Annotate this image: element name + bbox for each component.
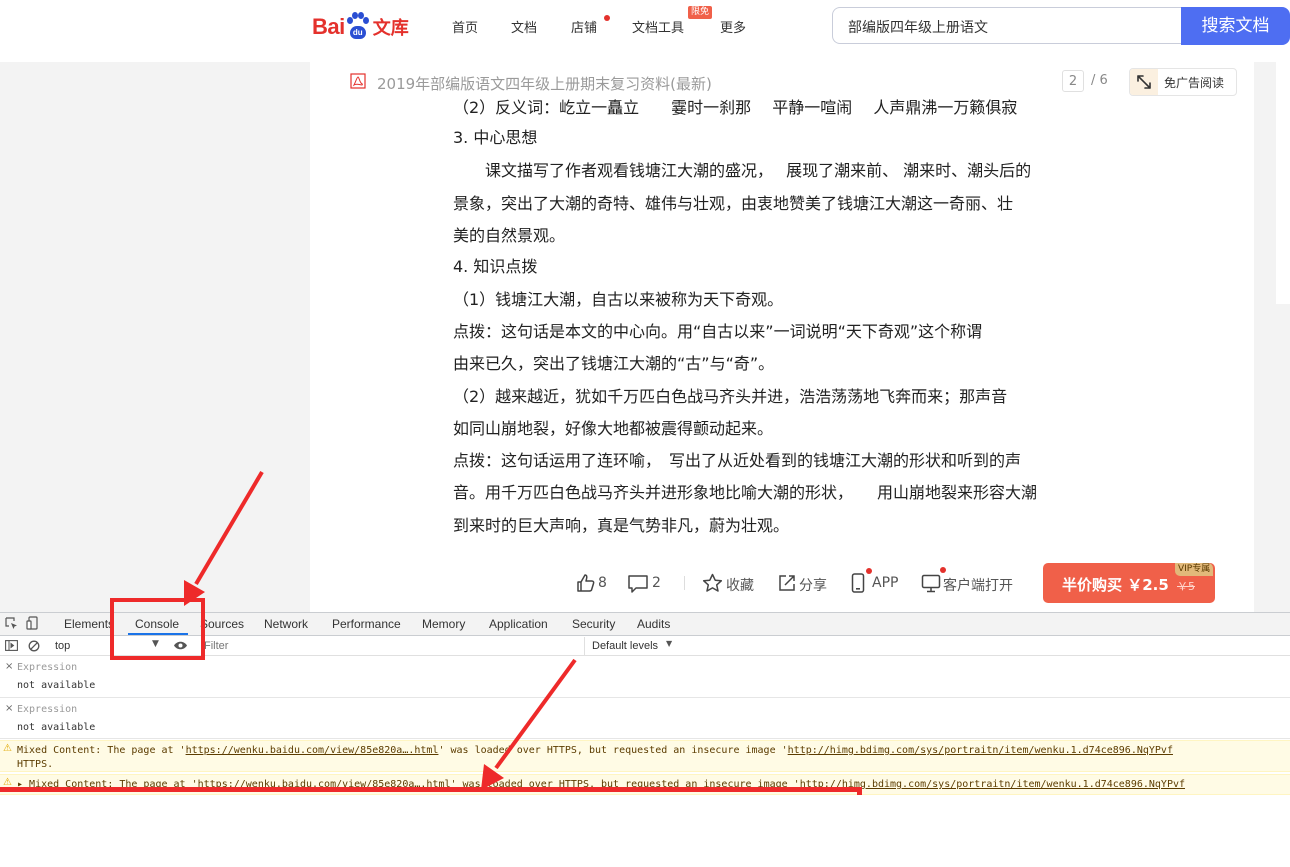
- original-price: ￥5: [1177, 580, 1195, 593]
- divider: [0, 738, 1290, 739]
- page-total: / 6: [1091, 73, 1108, 88]
- comment-count: 2: [652, 575, 661, 591]
- doc-line: 3. 中心思想: [453, 128, 538, 147]
- blank-area: [0, 795, 1290, 867]
- warning-image-link[interactable]: http://himg.bdimg.com/sys/portraitn/item…: [788, 745, 1173, 756]
- share-label[interactable]: 分享: [799, 575, 827, 595]
- notification-dot: [604, 15, 610, 21]
- tab-network[interactable]: Network: [264, 617, 308, 631]
- doc-line: 到来时的巨大声响，真是气势非凡，蔚为壮观。: [453, 516, 790, 535]
- tab-elements[interactable]: Elements: [64, 617, 114, 631]
- doc-line: 音。用千万匹白色战马齐头并进形象地比喻大潮的形状， 用山崩地裂来形容大潮: [453, 483, 1038, 502]
- client-open-label[interactable]: 客户端打开: [943, 575, 1013, 595]
- logo-text-du: du: [349, 26, 366, 39]
- logo-text-bai: Bai: [312, 14, 345, 39]
- divider: [0, 697, 1290, 698]
- tab-application[interactable]: Application: [489, 617, 548, 631]
- tab-security[interactable]: Security: [572, 617, 615, 631]
- clear-console-icon[interactable]: [28, 640, 40, 652]
- star-icon[interactable]: [702, 573, 723, 593]
- desktop-monitor-icon[interactable]: [921, 574, 941, 593]
- collect-label[interactable]: 收藏: [726, 575, 754, 595]
- search-input-value: 部编版四年级上册语文: [848, 20, 988, 36]
- side-panel-edge: [1276, 62, 1290, 304]
- doc-line: 点拨：这句话运用了连环喻， 写出了从近处看到的钱塘江大潮的形状和听到的声: [453, 451, 1022, 470]
- thumbs-up-icon[interactable]: [576, 573, 596, 593]
- app-label[interactable]: APP: [872, 575, 898, 591]
- doc-line: 由来已久，突出了钱塘江大潮的“古”与“奇”。: [453, 354, 775, 373]
- client-notification-dot: [940, 567, 946, 573]
- vip-exclusive-badge: VIP专属: [1175, 563, 1214, 576]
- levels-arrow-icon: ▼: [666, 639, 673, 648]
- log-levels-dropdown[interactable]: Default levels: [592, 640, 658, 652]
- limited-free-badge: 限免: [688, 6, 713, 19]
- warning-message-continued: HTTPS.: [17, 759, 54, 770]
- search-button[interactable]: 搜索文档: [1181, 7, 1290, 45]
- baidu-paw-icon: du: [346, 12, 370, 40]
- doc-line: 课文描写了作者观看钱塘江大潮的盛况， 展现了潮来前、 潮来时、潮头后的: [453, 161, 1032, 180]
- ad-free-label: 免广告阅读: [1164, 76, 1225, 90]
- context-selector[interactable]: top: [55, 640, 70, 652]
- like-count: 8: [598, 575, 607, 591]
- tab-audits[interactable]: Audits: [637, 617, 670, 631]
- console-tab-highlight-box: [110, 598, 205, 660]
- remove-expression-icon[interactable]: ×: [5, 703, 13, 714]
- mobile-phone-icon[interactable]: [851, 573, 865, 593]
- device-toolbar-icon[interactable]: [26, 616, 39, 631]
- nav-docs[interactable]: 文档: [511, 17, 537, 36]
- warning-icon: ⚠: [3, 743, 12, 754]
- inspect-element-icon[interactable]: [5, 617, 18, 630]
- app-notification-dot: [866, 568, 872, 574]
- console-input-highlight-box: [0, 787, 862, 795]
- tab-performance[interactable]: Performance: [332, 617, 401, 631]
- remove-expression-icon[interactable]: ×: [5, 661, 13, 672]
- warning-page-link[interactable]: https://wenku.baidu.com/view/85e820a….ht…: [186, 745, 439, 756]
- tab-sources[interactable]: Sources: [200, 617, 244, 631]
- doc-line: 景象，突出了大潮的奇特、雄伟与壮观，由衷地赞美了钱塘江大潮这一奇丽、壮: [453, 194, 1014, 213]
- document-title: 2019年部编版语文四年级上册期末复习资料(最新): [377, 75, 712, 93]
- console-filter-input[interactable]: [200, 637, 585, 655]
- share-icon[interactable]: [777, 573, 797, 593]
- doc-line: 美的自然景观。: [453, 226, 566, 245]
- doc-line: （2）反义词：屹立一矗立 霎时一刹那 平静一喧闹 人声鼎沸一万籁俱寂: [453, 98, 1018, 117]
- expression-label[interactable]: Expression: [17, 662, 77, 673]
- doc-line: （2）越来越近，犹如千万匹白色战马齐头并进，浩浩荡荡地飞奔而来；那声音: [453, 387, 1008, 406]
- console-sidebar-icon[interactable]: [5, 640, 18, 651]
- pdf-icon: [350, 73, 366, 89]
- logo-text-wenku: 文库: [372, 18, 409, 39]
- page-number-input[interactable]: 2: [1062, 70, 1084, 92]
- expression-value: not available: [17, 722, 96, 733]
- buy-price-label: 半价购买 ￥2.5: [1062, 576, 1169, 594]
- nav-home[interactable]: 首页: [452, 17, 478, 36]
- warning-message: Mixed Content: The page at 'https://wenk…: [17, 745, 1173, 756]
- tab-memory[interactable]: Memory: [422, 617, 465, 631]
- comment-icon[interactable]: [627, 574, 649, 594]
- doc-line: 4. 知识点拨: [453, 257, 538, 276]
- nav-stores[interactable]: 店铺: [571, 17, 597, 36]
- arrow-to-console-tab: [184, 470, 264, 606]
- expression-label[interactable]: Expression: [17, 704, 77, 715]
- nav-doc-tools[interactable]: 文档工具: [632, 17, 684, 36]
- expand-arrows-icon: [1130, 69, 1158, 95]
- divider: [684, 576, 685, 590]
- doc-line: （1）钱塘江大潮，自古以来被称为天下奇观。: [453, 290, 784, 309]
- doc-line: 点拨：这句话是本文的中心向。用“自古以来”一词说明“天下奇观”这个称谓: [453, 322, 983, 341]
- doc-line: 如同山崩地裂，好像大地都被震得颤动起来。: [453, 419, 774, 438]
- baidu-wenku-logo[interactable]: Bai du 文库: [312, 8, 409, 40]
- nav-more[interactable]: 更多: [720, 17, 746, 36]
- expression-value: not available: [17, 680, 96, 691]
